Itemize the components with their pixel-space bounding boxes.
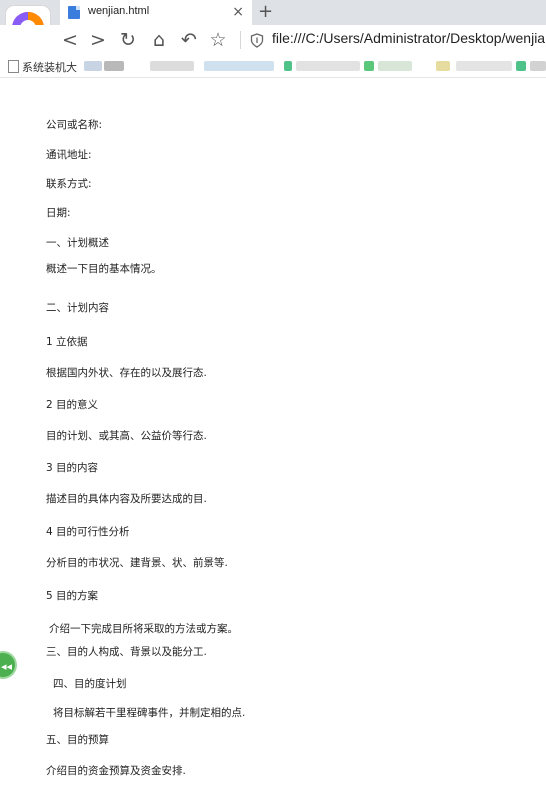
blurred-bookmark[interactable] — [150, 61, 194, 71]
bookmark-label: 系统装机大 — [22, 61, 77, 74]
paragraph: 将目标解若干里程碑事件，并制定相的点. — [53, 707, 246, 719]
subsection-heading: 5 目的方案 — [46, 590, 99, 602]
blurred-bookmark[interactable] — [378, 61, 412, 71]
address-bar[interactable]: file:///C:/Users/Administrator/Desktop/w… — [272, 30, 545, 46]
reload-button[interactable]: ↻ — [116, 28, 140, 52]
blurred-bookmark[interactable] — [456, 61, 512, 71]
section-heading: 四、目的度计划 — [53, 678, 127, 690]
blurred-bookmark[interactable] — [284, 61, 292, 71]
file-icon — [8, 60, 19, 73]
blurred-bookmark[interactable] — [296, 61, 360, 71]
company-name-line: 公司或名称: — [46, 119, 103, 131]
tab-wenjian[interactable]: wenjian.html × — [60, 0, 252, 25]
blurred-bookmark[interactable] — [84, 61, 102, 71]
document-body: 公司或名称: 通讯地址: 联系方式: 日期: 一、计划概述 概述一下目的基本情况… — [0, 78, 546, 800]
subsection-heading: 1 立依据 — [46, 336, 88, 348]
paragraph: 分析目的市状况、建背景、状、前景等. — [46, 557, 228, 569]
blurred-bookmark[interactable] — [530, 61, 546, 71]
section-heading: 二、计划内容 — [46, 302, 109, 314]
address-line: 通讯地址: — [46, 149, 92, 161]
paragraph: 描述目的具体内容及所要达成的目. — [46, 493, 207, 505]
blurred-bookmark[interactable] — [104, 61, 124, 71]
subsection-heading: 2 目的意义 — [46, 399, 99, 411]
tab-strip: wenjian.html × + — [0, 0, 546, 25]
paragraph: 介绍一下完成目所将采取的方法或方案。 — [49, 623, 238, 635]
tab-title: wenjian.html — [88, 5, 150, 17]
blurred-bookmark[interactable] — [204, 61, 274, 71]
paragraph: 目的计划、或其高、公益价等行态. — [46, 430, 207, 442]
back-button[interactable]: < — [58, 28, 82, 52]
paragraph: 介绍目的资金预算及资金安排. — [46, 765, 186, 777]
browser-toolbar: < > ↻ ⌂ ↶ ☆ file:///C:/Users/Administrat… — [0, 25, 546, 56]
blurred-bookmark[interactable] — [516, 61, 526, 71]
paragraph: 根据国内外状、存在的以及展行态. — [46, 367, 207, 379]
blurred-bookmark[interactable] — [436, 61, 450, 71]
date-line: 日期: — [46, 207, 71, 219]
forward-button[interactable]: > — [86, 28, 110, 52]
bookmark-item[interactable]: 系统装机大 — [8, 59, 77, 74]
contact-line: 联系方式: — [46, 178, 92, 190]
section-heading: 一、计划概述 — [46, 237, 109, 249]
blurred-bookmark[interactable] — [364, 61, 374, 71]
subsection-heading: 3 目的内容 — [46, 462, 99, 474]
undo-button[interactable]: ↶ — [177, 28, 201, 52]
bookmarks-bar: 系统装机大 — [0, 56, 546, 78]
new-tab-button[interactable]: + — [258, 1, 273, 23]
toolbar-divider — [240, 31, 241, 49]
bookmark-star-button[interactable]: ☆ — [206, 28, 230, 52]
subsection-heading: 4 目的可行性分析 — [46, 526, 130, 538]
file-icon — [68, 6, 80, 19]
paragraph: 概述一下目的基本情况。 — [46, 263, 162, 275]
home-button[interactable]: ⌂ — [147, 28, 171, 52]
shield-icon[interactable] — [250, 33, 264, 48]
section-heading: 三、目的人构成、背景以及能分工. — [46, 646, 207, 658]
section-heading: 五、目的预算 — [46, 734, 109, 746]
tab-close-icon[interactable]: × — [232, 3, 244, 21]
